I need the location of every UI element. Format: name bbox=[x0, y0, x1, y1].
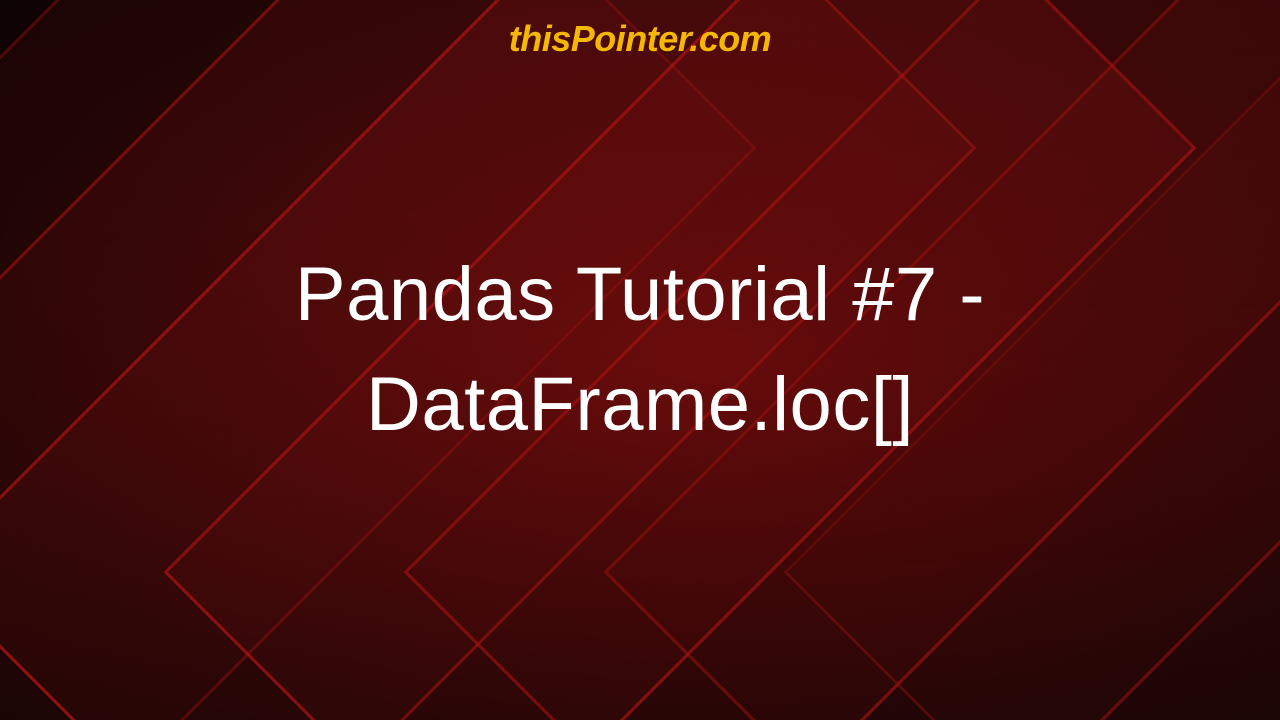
brand-logo: thisPointer.com bbox=[509, 18, 772, 60]
content-container: thisPointer.com Pandas Tutorial #7 - Dat… bbox=[0, 0, 1280, 720]
title-line-1: Pandas Tutorial #7 - bbox=[295, 252, 985, 337]
tutorial-title: Pandas Tutorial #7 - DataFrame.loc[] bbox=[295, 240, 985, 460]
title-line-2: DataFrame.loc[] bbox=[366, 362, 914, 447]
